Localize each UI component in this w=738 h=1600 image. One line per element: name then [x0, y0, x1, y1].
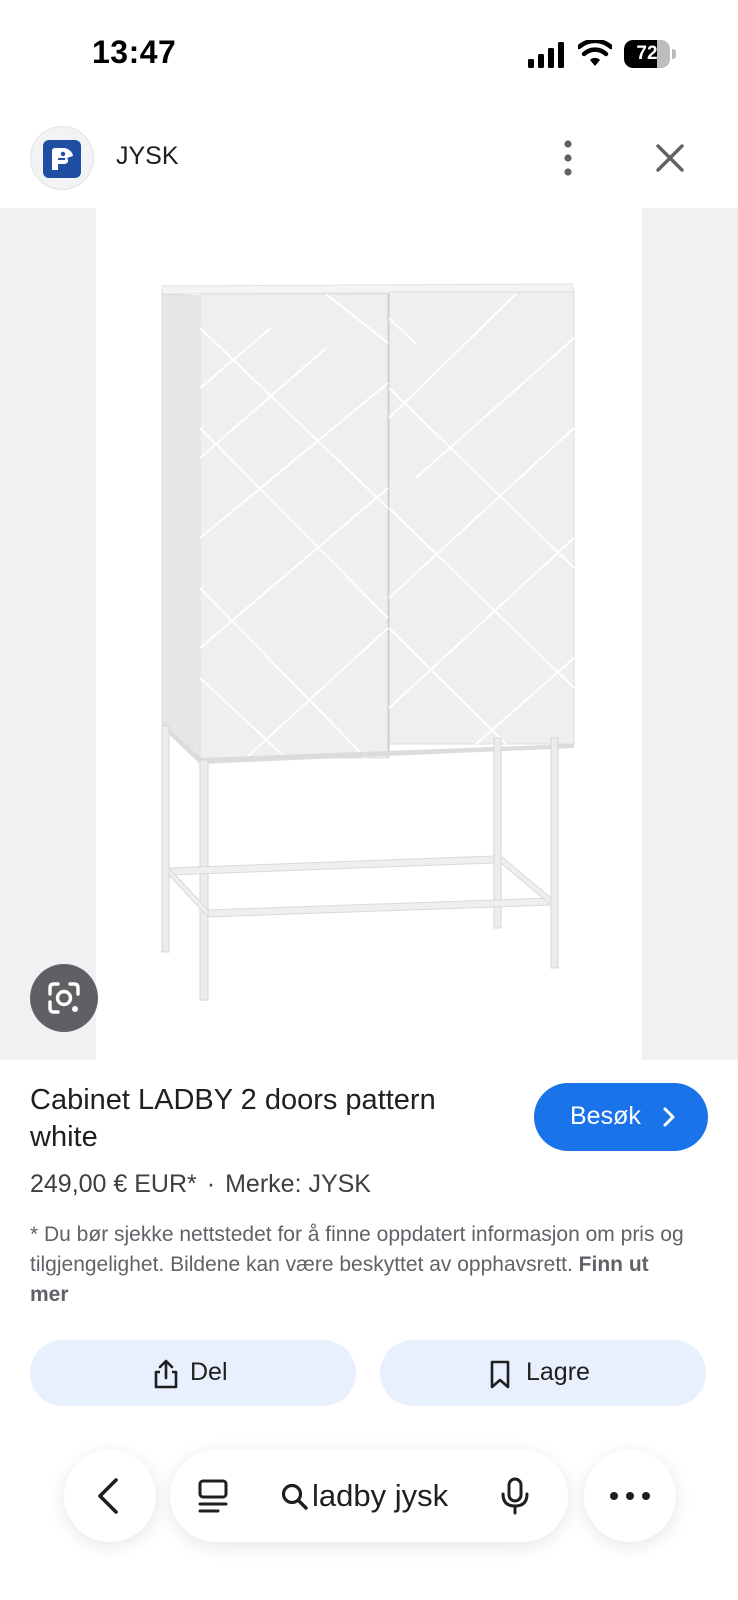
save-label: Lagre — [526, 1358, 590, 1386]
bottom-bar: ladby jysk — [0, 1438, 738, 1558]
mic-icon[interactable] — [500, 1476, 530, 1516]
search-query[interactable]: ladby jysk — [312, 1478, 448, 1514]
back-icon — [98, 1478, 118, 1514]
battery-icon: 72 — [624, 40, 676, 70]
price: 249,00 € EUR* — [30, 1170, 197, 1198]
bookmark-icon — [490, 1360, 510, 1389]
more-button[interactable] — [584, 1450, 676, 1542]
visit-button-label: Besøk — [570, 1102, 641, 1130]
product-image[interactable] — [96, 208, 642, 1060]
price-row: 249,00 € EUR* · Merke: JYSK — [30, 1170, 371, 1199]
source-header: JYSK — [0, 120, 738, 204]
brand: Merke: JYSK — [225, 1170, 371, 1198]
tabs-icon[interactable] — [196, 1478, 230, 1514]
chevron-right-icon — [663, 1107, 675, 1127]
jysk-logo-icon — [43, 140, 81, 178]
more-horiz-icon — [610, 1492, 650, 1500]
close-icon[interactable] — [648, 136, 692, 180]
image-viewer[interactable] — [0, 208, 738, 1060]
google-lens-button[interactable] — [30, 964, 98, 1032]
disclaimer: * Du bør sjekke nettstedet for å finne o… — [30, 1220, 690, 1310]
back-button[interactable] — [64, 1450, 156, 1542]
source-avatar[interactable] — [30, 126, 94, 190]
signal-icon — [528, 42, 564, 68]
source-name[interactable]: JYSK — [116, 142, 179, 171]
share-icon — [154, 1359, 178, 1389]
battery-percent: 72 — [636, 43, 658, 64]
search-icon — [281, 1483, 308, 1510]
more-vert-icon[interactable] — [560, 138, 600, 178]
separator: · — [206, 1170, 216, 1198]
status-bar: 13:47 72 — [0, 0, 738, 110]
status-time: 13:47 — [92, 34, 177, 70]
google-lens-icon — [48, 982, 80, 1014]
save-button[interactable]: Lagre — [380, 1340, 706, 1406]
product-title[interactable]: Cabinet LADBY 2 doors pattern white — [30, 1082, 500, 1156]
cabinet-illustration — [161, 283, 575, 1001]
search-bar[interactable]: ladby jysk — [170, 1450, 568, 1542]
share-label: Del — [190, 1358, 228, 1386]
wifi-icon — [578, 40, 612, 66]
visit-button[interactable]: Besøk — [534, 1083, 708, 1151]
share-button[interactable]: Del — [30, 1340, 356, 1406]
